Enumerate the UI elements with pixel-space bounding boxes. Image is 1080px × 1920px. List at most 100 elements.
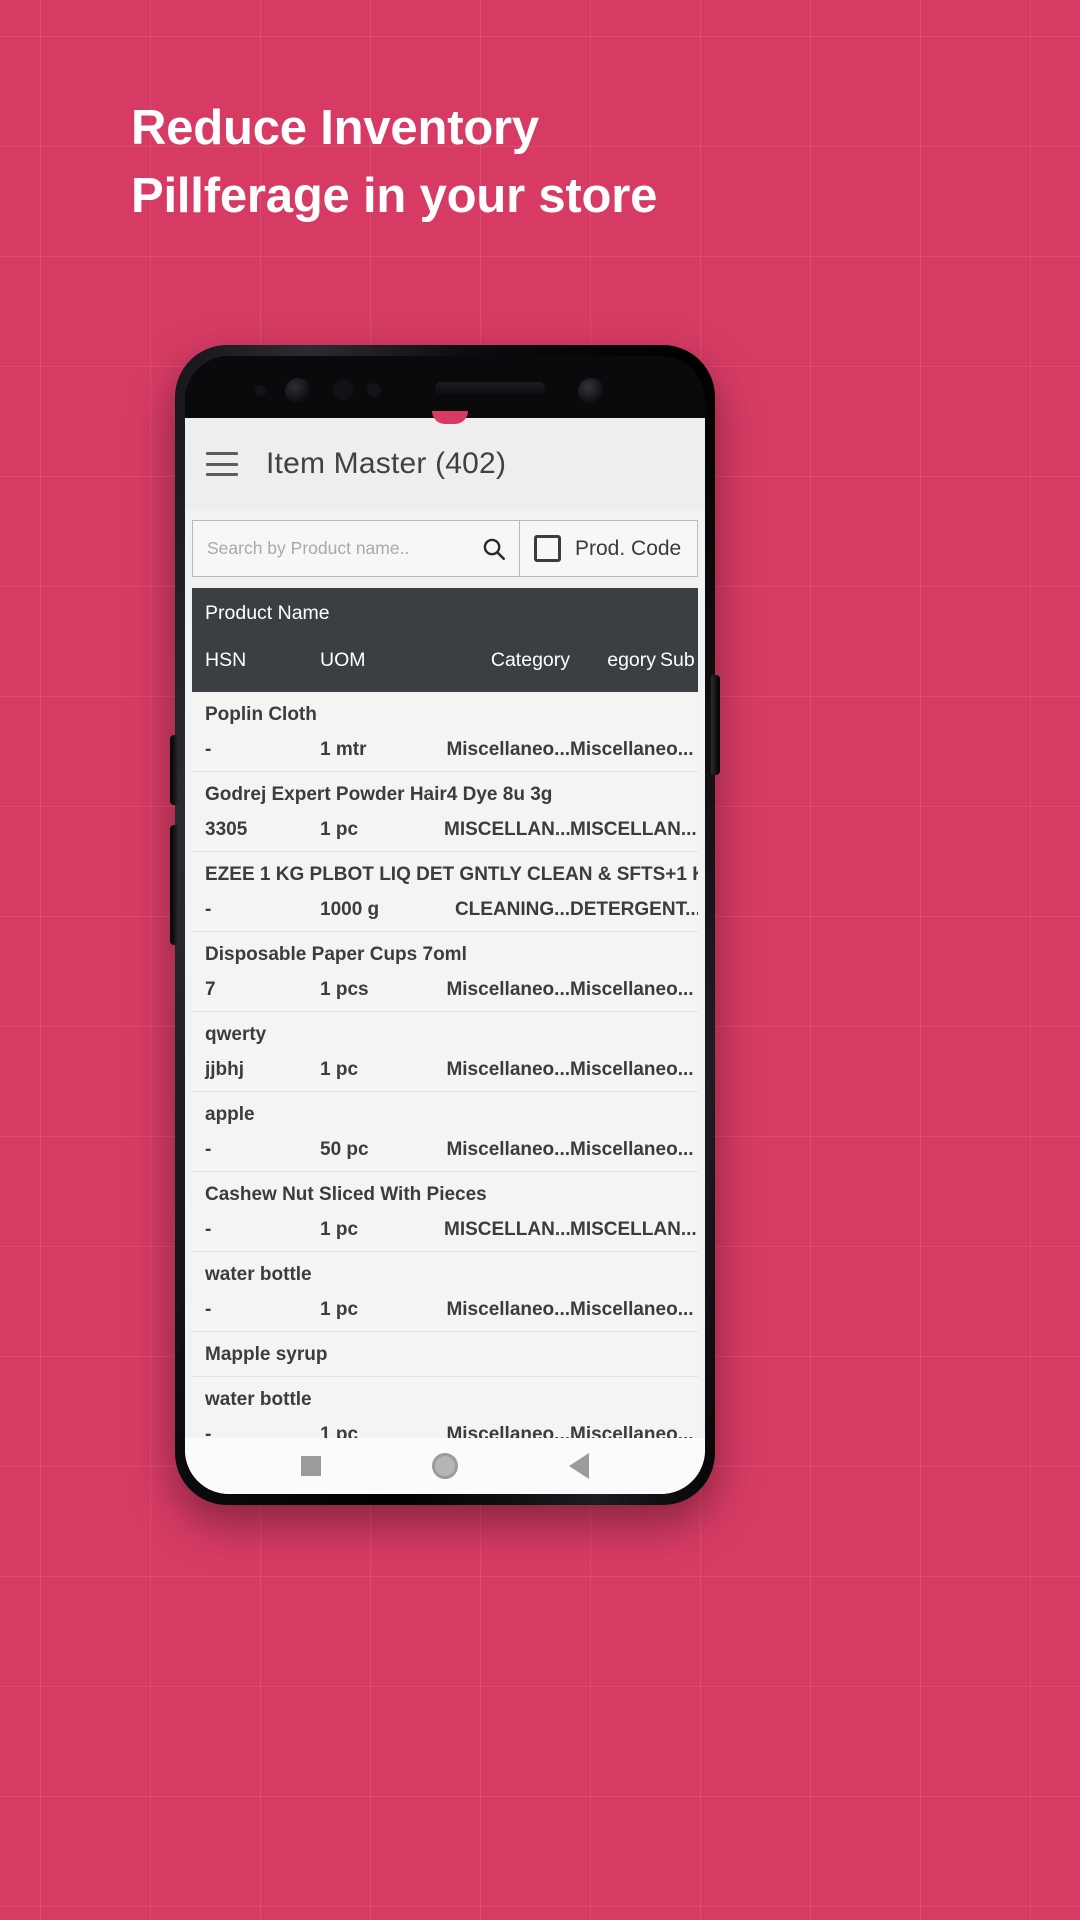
cell-hsn: -	[205, 1219, 212, 1240]
light-sensor-icon	[367, 383, 381, 397]
table-row[interactable]: apple - 50 pc Miscellaneo... Miscellaneo…	[192, 1092, 698, 1172]
cell-uom: 1 pc	[320, 1059, 359, 1080]
cell-hsn: -	[205, 899, 212, 920]
cell-product-name: EZEE 1 KG PLBOT LIQ DET GNTLY CLEAN & SF…	[205, 864, 698, 885]
cell-subcategory: Miscellaneo...	[570, 1424, 694, 1438]
item-table: Product Name HSN UOM Category egory Sub …	[192, 588, 698, 1438]
cell-product-name: water bottle	[205, 1389, 312, 1410]
cell-hsn: -	[205, 739, 212, 760]
cell-subcategory: MISCELLAN...	[570, 1219, 697, 1240]
cell-subcategory: MISCELLAN...	[570, 819, 697, 840]
table-row[interactable]: water bottle - 1 pc Miscellaneo... Misce…	[192, 1252, 698, 1332]
row-values: - 1 pc Miscellaneo... Miscellaneo...	[192, 1411, 698, 1438]
row-values: 7 1 pcs Miscellaneo... Miscellaneo...	[192, 966, 698, 1001]
cell-product-name: Disposable Paper Cups 7oml	[205, 944, 467, 965]
cell-category: CLEANING...	[454, 899, 570, 920]
hamburger-menu-icon[interactable]	[206, 452, 238, 476]
cell-subcategory: Miscellaneo...	[570, 979, 694, 1000]
table-row[interactable]: EZEE 1 KG PLBOT LIQ DET GNTLY CLEAN & SF…	[192, 852, 698, 932]
table-header: Product Name HSN UOM Category egory Sub	[192, 588, 698, 692]
column-header-category: Category	[490, 649, 570, 671]
cell-subcategory: Miscellaneo...	[570, 1059, 694, 1080]
cell-hsn: -	[205, 1299, 212, 1320]
search-placeholder: Search by Product name..	[207, 538, 410, 558]
cell-subcategory: DETERGENT...	[570, 899, 698, 920]
prod-code-toggle[interactable]: Prod. Code	[520, 521, 697, 576]
row-values: - 1 pc MISCELLAN... MISCELLAN...	[192, 1206, 698, 1241]
earpiece-speaker-icon	[435, 382, 545, 395]
cell-category: Miscellaneo...	[446, 1424, 570, 1438]
cell-uom: 1 pc	[320, 819, 359, 840]
cell-uom: 1 pcs	[320, 979, 369, 1000]
app-bar: Item Master (402)	[185, 418, 705, 510]
table-row[interactable]: Godrej Expert Powder Hair4 Dye 8u 3g 330…	[192, 772, 698, 852]
phone-top-bezel	[185, 356, 705, 418]
row-values: - 1 pc Miscellaneo... Miscellaneo...	[192, 1286, 698, 1321]
app-window: Item Master (402) Search by Product name…	[185, 418, 705, 1494]
search-row: Search by Product name.. Prod. Code	[192, 520, 698, 577]
circle-home-icon[interactable]	[431, 1453, 458, 1479]
table-row[interactable]: Cashew Nut Sliced With Pieces - 1 pc MIS…	[192, 1172, 698, 1252]
column-header-subcategory-clipped: egory	[607, 649, 656, 671]
cell-category: Miscellaneo...	[446, 1139, 570, 1160]
cell-uom: 1 pc	[320, 1299, 359, 1320]
cell-hsn: 7	[205, 979, 216, 1000]
row-values: 3305 1 pc MISCELLAN... MISCELLAN...	[192, 806, 698, 841]
cell-category: Miscellaneo...	[446, 739, 570, 760]
cell-category: MISCELLAN...	[444, 819, 571, 840]
cell-product-name: apple	[205, 1104, 255, 1125]
headline-line-1: Reduce Inventory	[131, 101, 539, 155]
page-title: Item Master (402)	[266, 447, 507, 480]
prod-code-checkbox[interactable]	[534, 535, 561, 562]
cell-hsn: -	[205, 1139, 212, 1160]
search-icon[interactable]	[481, 536, 507, 562]
phone-button-right	[711, 675, 720, 775]
cell-category: Miscellaneo...	[446, 1299, 570, 1320]
android-navigation-bar	[185, 1438, 705, 1494]
cell-uom: 1000 g	[320, 899, 380, 920]
table-row[interactable]: Disposable Paper Cups 7oml 7 1 pcs Misce…	[192, 932, 698, 1012]
cell-product-name: Cashew Nut Sliced With Pieces	[205, 1184, 487, 1205]
cell-category: MISCELLAN...	[444, 1219, 571, 1240]
cell-product-name: Poplin Cloth	[205, 704, 317, 725]
cell-product-name: water bottle	[205, 1264, 312, 1285]
cell-product-name: qwerty	[205, 1024, 267, 1045]
cell-uom: 50 pc	[320, 1139, 369, 1160]
column-header-uom: UOM	[320, 649, 366, 671]
column-header-sub: Sub	[660, 649, 695, 671]
cell-subcategory: Miscellaneo...	[570, 1139, 694, 1160]
cell-category: Miscellaneo...	[446, 979, 570, 1000]
sensor-dot-icon	[255, 385, 266, 396]
content-panel: Search by Product name.. Prod. Code Prod…	[185, 510, 705, 1438]
cell-hsn: 3305	[205, 819, 248, 840]
cell-uom: 1 mtr	[320, 739, 367, 760]
table-row[interactable]: water bottle - 1 pc Miscellaneo... Misce…	[192, 1377, 698, 1438]
cell-subcategory: Miscellaneo...	[570, 1299, 694, 1320]
triangle-back-icon[interactable]	[569, 1453, 590, 1479]
square-recents-icon[interactable]	[300, 1456, 321, 1476]
phone-button-left-lower	[170, 825, 179, 945]
promo-headline: Reduce Inventory Pillferage in your stor…	[131, 94, 961, 230]
cell-product-name: Godrej Expert Powder Hair4 Dye 8u 3g	[205, 784, 553, 805]
prod-code-label: Prod. Code	[575, 536, 682, 560]
proximity-sensor-icon	[333, 380, 353, 400]
iris-scanner-icon	[578, 378, 604, 404]
search-input[interactable]: Search by Product name..	[193, 521, 520, 576]
column-header-row: HSN UOM Category egory Sub	[192, 649, 698, 684]
phone-screen: Item Master (402) Search by Product name…	[185, 356, 705, 1494]
phone-button-left-upper	[170, 735, 179, 805]
cell-product-name: Mapple syrup	[205, 1344, 328, 1365]
row-values: - 50 pc Miscellaneo... Miscellaneo...	[192, 1126, 698, 1161]
table-row[interactable]: Mapple syrup	[192, 1332, 698, 1377]
cell-uom: 1 pc	[320, 1219, 359, 1240]
cell-hsn: -	[205, 1424, 212, 1438]
cell-subcategory: Miscellaneo...	[570, 739, 694, 760]
table-row[interactable]: Poplin Cloth - 1 mtr Miscellaneo... Misc…	[192, 692, 698, 772]
row-values: - 1000 g CLEANING... DETERGENT...	[192, 886, 698, 921]
column-header-hsn: HSN	[205, 649, 247, 671]
table-row[interactable]: qwerty jjbhj 1 pc Miscellaneo... Miscell…	[192, 1012, 698, 1092]
row-values: - 1 mtr Miscellaneo... Miscellaneo...	[192, 726, 698, 761]
front-camera-icon	[285, 378, 311, 404]
cell-uom: 1 pc	[320, 1424, 359, 1438]
table-body: Poplin Cloth - 1 mtr Miscellaneo... Misc…	[192, 692, 698, 1438]
